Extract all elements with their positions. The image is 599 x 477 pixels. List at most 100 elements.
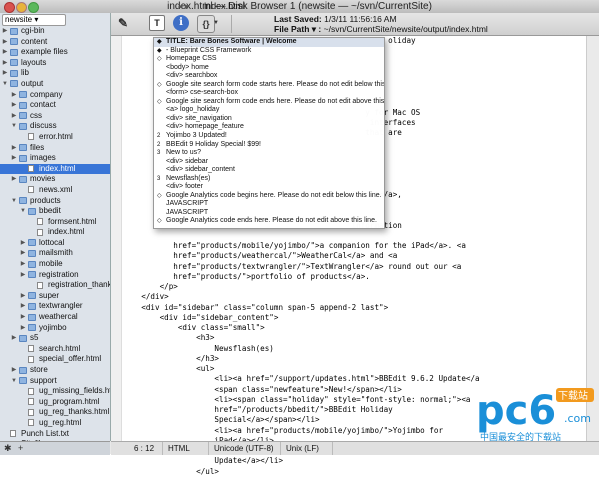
sidebar-item-support[interactable]: ▼support: [0, 376, 110, 387]
sidebar-item-products[interactable]: ▼products: [0, 196, 110, 207]
sidebar-item-formsent-html[interactable]: formsent.html: [0, 217, 110, 228]
disclosure-closed-icon[interactable]: ▶: [20, 259, 26, 270]
popup-menu-item[interactable]: ◆TITLE: Bare Bones Software | Welcome: [154, 38, 384, 47]
disclosure-closed-icon[interactable]: ▶: [11, 174, 17, 185]
sidebar-item-images[interactable]: ▶images: [0, 153, 110, 164]
popup-menu-item[interactable]: <div> searchbox: [154, 72, 384, 81]
code-line[interactable]: </p>: [123, 282, 593, 292]
code-line[interactable]: Newsflash(es): [123, 344, 593, 354]
sidebar-item-mailsmith[interactable]: ▶mailsmith: [0, 248, 110, 259]
code-line[interactable]: [123, 231, 593, 241]
sidebar-item-ug-reg-html[interactable]: ug_reg.html: [0, 418, 110, 429]
gear-icon[interactable]: ✱: [4, 443, 12, 453]
disclosure-closed-icon[interactable]: ▶: [2, 47, 8, 58]
disclosure-closed-icon[interactable]: ▶: [20, 323, 26, 334]
sidebar-item-cgi-bin[interactable]: ▶cgi-bin: [0, 26, 110, 37]
disclosure-closed-icon[interactable]: ▶: [20, 238, 26, 249]
disclosure-closed-icon[interactable]: ▶: [11, 365, 17, 376]
popup-menu-item[interactable]: JAVASCRIPT: [154, 209, 384, 218]
file-path-menu[interactable]: File Path ▾ :: [274, 24, 321, 34]
disclosure-open-icon[interactable]: ▼: [11, 121, 17, 132]
disclosure-closed-icon[interactable]: ▶: [20, 270, 26, 281]
popup-menu-item[interactable]: <div> footer: [154, 183, 384, 192]
sidebar-item-special-offer-html[interactable]: special_offer.html: [0, 354, 110, 365]
sidebar-item-contact[interactable]: ▶contact: [0, 100, 110, 111]
popup-menu-item[interactable]: 3Newsflash(es): [154, 175, 384, 184]
sidebar-item-index-html[interactable]: index.html: [0, 164, 110, 175]
popup-menu-item[interactable]: <div> sidebar: [154, 158, 384, 167]
sidebar-item-discuss[interactable]: ▼discuss: [0, 121, 110, 132]
code-line[interactable]: <h3>: [123, 333, 593, 343]
sidebar-item-index-html[interactable]: index.html: [0, 227, 110, 238]
code-line[interactable]: href="products/mobile/yojimbo/">a compan…: [123, 241, 593, 251]
sidebar-item-weathercal[interactable]: ▶weathercal: [0, 312, 110, 323]
disclosure-closed-icon[interactable]: ▶: [20, 248, 26, 259]
disclosure-closed-icon[interactable]: ▶: [20, 301, 26, 312]
sidebar-item-yojimbo[interactable]: ▶yojimbo: [0, 323, 110, 334]
sidebar-item-layouts[interactable]: ▶layouts: [0, 58, 110, 69]
add-icon[interactable]: +: [18, 443, 23, 453]
disclosure-closed-icon[interactable]: ▶: [11, 153, 17, 164]
sidebar-item-content[interactable]: ▶content: [0, 37, 110, 48]
sidebar-item-store[interactable]: ▶store: [0, 365, 110, 376]
popup-menu-item[interactable]: 3New to us?: [154, 149, 384, 158]
disclosure-open-icon[interactable]: ▼: [20, 206, 26, 217]
code-line[interactable]: href="products/">portfolio of products</…: [123, 272, 593, 282]
sidebar-item-registration[interactable]: ▶registration: [0, 270, 110, 281]
disclosure-closed-icon[interactable]: ▶: [11, 333, 17, 344]
code-line[interactable]: </h3>: [123, 354, 593, 364]
disclosure-open-icon[interactable]: ▼: [11, 376, 17, 387]
popup-menu-item[interactable]: ◇Homepage CSS: [154, 55, 384, 64]
code-line[interactable]: href="products/weathercal/">WeatherCal</…: [123, 251, 593, 261]
document-nav-arrows[interactable]: ◂ ▸: [178, 1, 190, 11]
sidebar-item-s5[interactable]: ▶s5: [0, 333, 110, 344]
sidebar-item-bbedit[interactable]: ▼bbedit: [0, 206, 110, 217]
popup-menu-item[interactable]: <a> logo_holiday: [154, 106, 384, 115]
sidebar-item-example-files[interactable]: ▶example files: [0, 47, 110, 58]
popup-menu-item[interactable]: ◇Google Analytics code begins here. Plea…: [154, 192, 384, 201]
popup-menu-item[interactable]: 2Yojimbo 3 Updated!: [154, 132, 384, 141]
line-endings-menu[interactable]: Unix (LF): [283, 442, 333, 455]
line-gutter[interactable]: [111, 36, 122, 441]
sidebar-item-ug-missing-fields-html[interactable]: ug_missing_fields.html: [0, 386, 110, 397]
popup-menu-item[interactable]: ◇Google site search form code ends here.…: [154, 98, 384, 107]
disclosure-closed-icon[interactable]: ▶: [11, 111, 17, 122]
disclosure-closed-icon[interactable]: ▶: [2, 37, 8, 48]
language-menu[interactable]: HTML: [165, 442, 209, 455]
popup-menu-item[interactable]: <div> homepage_feature: [154, 123, 384, 132]
sidebar-item-registration-thank-[interactable]: registration_thank...: [0, 280, 110, 291]
disclosure-closed-icon[interactable]: ▶: [2, 58, 8, 69]
disclosure-closed-icon[interactable]: ▶: [11, 100, 17, 111]
popup-menu-item[interactable]: ◇Google Analytics code ends here. Please…: [154, 217, 384, 226]
sidebar-item-ug-program-html[interactable]: ug_program.html: [0, 397, 110, 408]
popup-menu-item[interactable]: ◆- Blueprint CSS Framework: [154, 47, 384, 56]
disclosure-closed-icon[interactable]: ▶: [11, 143, 17, 154]
popup-menu-item[interactable]: <div> site_navigation: [154, 115, 384, 124]
popup-menu-item[interactable]: 2BBEdit 9 Holiday Special! $99!: [154, 141, 384, 150]
project-select[interactable]: newsite ▾: [2, 14, 66, 26]
sidebar-item-company[interactable]: ▶company: [0, 90, 110, 101]
sidebar-item-lottocal[interactable]: ▶lottocal: [0, 238, 110, 249]
sidebar-item-error-html[interactable]: error.html: [0, 132, 110, 143]
popup-menu-item[interactable]: <div> sidebar_content: [154, 166, 384, 175]
sidebar-item-files[interactable]: ▶files: [0, 143, 110, 154]
sidebar-item-mobile[interactable]: ▶mobile: [0, 259, 110, 270]
disclosure-open-icon[interactable]: ▼: [11, 196, 17, 207]
popup-menu-item[interactable]: <form> cse-search-box: [154, 89, 384, 98]
code-line[interactable]: <div id="sidebar_content">: [123, 313, 593, 323]
code-line[interactable]: </div>: [123, 292, 593, 302]
disclosure-closed-icon[interactable]: ▶: [11, 90, 17, 101]
cursor-position[interactable]: 6 : 12: [131, 442, 163, 455]
code-line[interactable]: <ul>: [123, 364, 593, 374]
sidebar-item-movies[interactable]: ▶movies: [0, 174, 110, 185]
pencil-icon[interactable]: ✎: [115, 15, 131, 31]
popup-menu-item[interactable]: <body> home: [154, 64, 384, 73]
sidebar-item-super[interactable]: ▶super: [0, 291, 110, 302]
text-format-button[interactable]: T: [149, 15, 165, 31]
popup-menu-item[interactable]: JAVASCRIPT: [154, 200, 384, 209]
code-line[interactable]: <div id="sidebar" class="column span-5 a…: [123, 303, 593, 313]
encoding-menu[interactable]: Unicode (UTF-8): [211, 442, 281, 455]
disclosure-closed-icon[interactable]: ▶: [2, 68, 8, 79]
code-line[interactable]: </ul>: [123, 467, 593, 477]
disclosure-closed-icon[interactable]: ▶: [20, 312, 26, 323]
